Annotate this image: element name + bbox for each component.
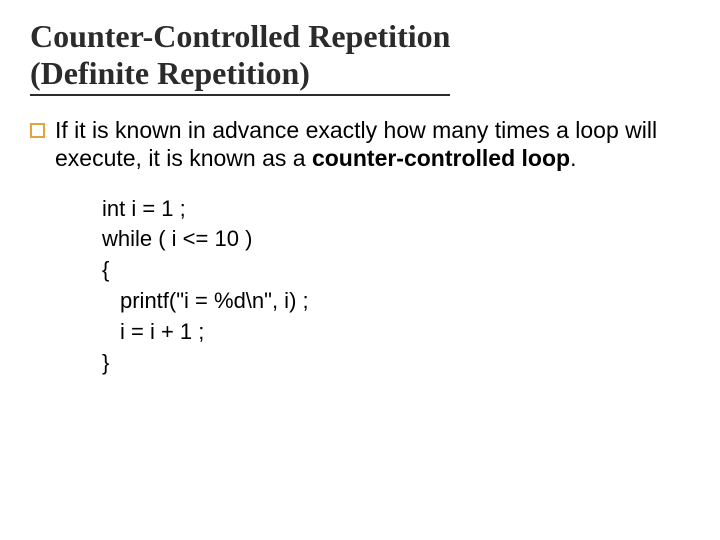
- title-line-1: Counter-Controlled Repetition: [30, 18, 450, 54]
- body-text-bold: counter-controlled loop: [312, 145, 570, 171]
- slide-title: Counter-Controlled Repetition (Definite …: [30, 18, 690, 92]
- code-line-1: int i = 1 ;: [102, 194, 690, 225]
- code-line-3: {: [102, 255, 690, 286]
- square-bullet-icon: [30, 123, 45, 138]
- code-line-6: }: [102, 348, 690, 379]
- title-line-2: (Definite Repetition): [30, 55, 310, 91]
- body-paragraph: If it is known in advance exactly how ma…: [55, 116, 690, 172]
- code-line-5: i = i + 1 ;: [102, 317, 690, 348]
- bullet-row: If it is known in advance exactly how ma…: [30, 116, 690, 172]
- slide: Counter-Controlled Repetition (Definite …: [0, 0, 720, 540]
- code-line-4: printf("i = %d\n", i) ;: [102, 286, 690, 317]
- code-line-2: while ( i <= 10 ): [102, 224, 690, 255]
- code-block: int i = 1 ; while ( i <= 10 ) { printf("…: [102, 194, 690, 379]
- title-underline: [30, 94, 450, 96]
- body-text-post: .: [570, 145, 576, 171]
